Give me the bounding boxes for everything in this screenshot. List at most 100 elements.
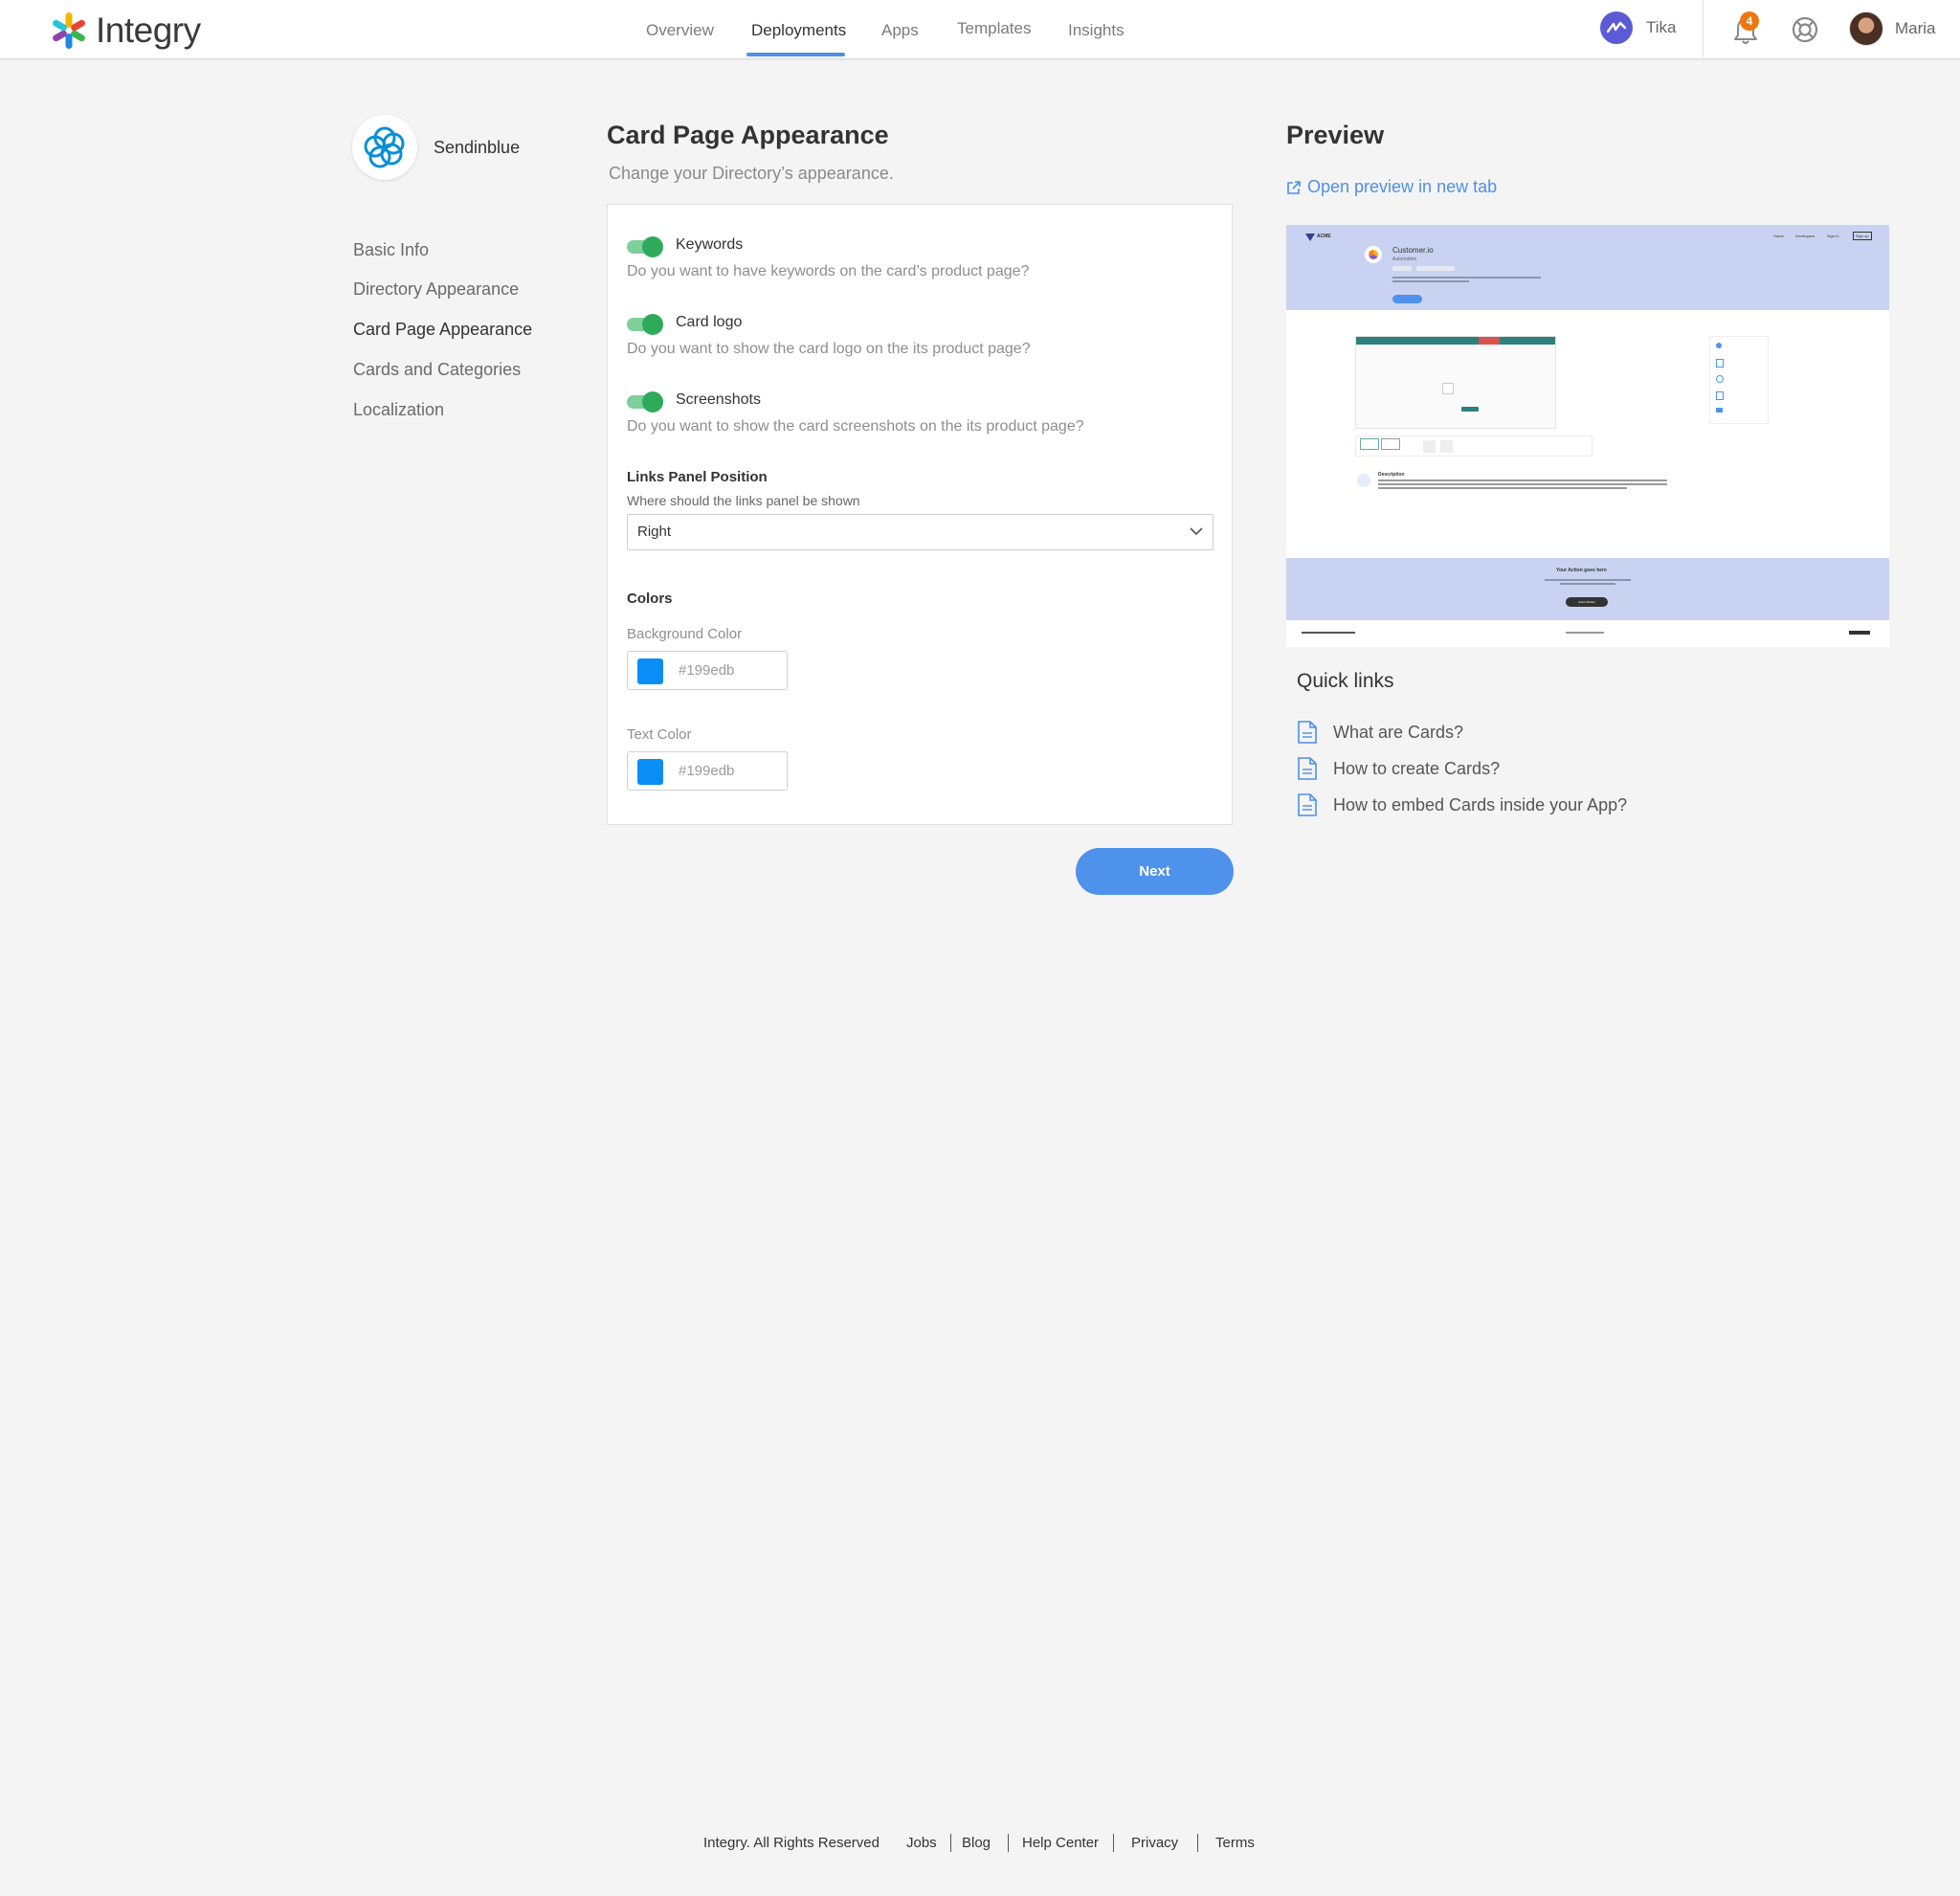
card-logo-toggle[interactable] <box>627 314 663 335</box>
sidebar-item-card-page-appearance[interactable]: Card Page Appearance <box>353 320 532 340</box>
nav-overview[interactable]: Overview <box>646 21 714 40</box>
nav-templates[interactable]: Templates <box>957 19 1031 38</box>
footer-link-help-center[interactable]: Help Center <box>1022 1835 1099 1851</box>
footer-separator <box>950 1834 951 1852</box>
mock-thumbnail-strip <box>1355 435 1592 457</box>
mock-app-logo <box>1365 246 1382 263</box>
sendinblue-logo-icon <box>364 126 405 168</box>
mock-nav-signin: Sign In <box>1827 234 1839 238</box>
quick-link-label: How to embed Cards inside your App? <box>1333 794 1628 814</box>
workspace-name: Tika <box>1646 18 1677 36</box>
text-color-label: Text Color <box>627 726 692 743</box>
mock-text-line <box>1566 632 1604 634</box>
next-button[interactable]: Next <box>1076 848 1234 895</box>
links-panel-position-select[interactable]: Right <box>627 514 1214 550</box>
divider <box>1703 0 1704 57</box>
preview-title: Preview <box>1286 121 1385 149</box>
mock-text-line <box>1302 632 1355 634</box>
sidebar-item-localization[interactable]: Localization <box>353 400 444 420</box>
nav-apps[interactable]: Apps <box>881 21 919 40</box>
nav-insights[interactable]: Insights <box>1068 21 1125 40</box>
mock-screenshot <box>1355 336 1556 429</box>
quick-link-label: How to create Cards? <box>1333 758 1501 778</box>
background-color-label: Background Color <box>627 626 743 642</box>
workspace-switcher[interactable]: Tika <box>1600 11 1677 44</box>
active-tab-indicator <box>746 53 845 56</box>
notification-count-badge: 4 <box>1740 11 1759 31</box>
text-color-field[interactable]: #199edb <box>627 751 788 791</box>
footer-link-terms[interactable]: Terms <box>1215 1835 1255 1851</box>
integry-logo-icon <box>53 12 85 49</box>
links-panel-title: Links Panel Position <box>627 469 768 485</box>
footer-separator <box>1113 1834 1114 1852</box>
footer-separator <box>1197 1834 1198 1852</box>
background-color-swatch[interactable] <box>637 658 663 684</box>
mock-tag <box>1392 266 1412 271</box>
sidebar-item-directory-appearance[interactable]: Directory Appearance <box>353 279 519 300</box>
mock-text-line <box>1545 579 1631 581</box>
keywords-toggle-description: Do you want to have keywords on the card… <box>627 263 1030 279</box>
quick-link-what-are-cards[interactable]: What are Cards? <box>1297 721 1463 744</box>
mock-social-icons <box>1849 631 1870 635</box>
page-footer: Integry. All Rights Reserved Jobs Blog H… <box>0 1834 1960 1854</box>
preview-thumbnail[interactable]: ACME Home Developers Sign In Sign up Cus… <box>1286 225 1889 647</box>
top-navbar: Integry Overview Deployments Apps Templa… <box>0 0 1960 59</box>
open-preview-link-label: Open preview in new tab <box>1307 177 1498 196</box>
quick-link-how-to-create-cards[interactable]: How to create Cards? <box>1297 757 1500 780</box>
lifebuoy-help-icon[interactable] <box>1791 15 1819 44</box>
links-panel-description: Where should the links panel be shown <box>627 493 860 508</box>
mock-description-heading: Description <box>1378 472 1405 478</box>
chevron-down-icon <box>1190 527 1203 536</box>
document-icon <box>1298 721 1317 744</box>
mock-text-line <box>1378 483 1667 485</box>
sidebar-item-basic-info[interactable]: Basic Info <box>353 240 429 260</box>
mock-text-line <box>1560 583 1615 585</box>
mock-app-name: Customer.io <box>1392 246 1434 255</box>
colors-title: Colors <box>627 591 673 607</box>
document-icon <box>1298 793 1317 816</box>
text-color-swatch[interactable] <box>637 759 663 785</box>
brand-name: Integry <box>96 11 201 50</box>
footer-copyright: Integry. All Rights Reserved <box>703 1835 880 1851</box>
mock-nav-home: Home <box>1773 234 1784 238</box>
mock-text-line <box>1392 277 1541 279</box>
mock-text-line <box>1378 487 1627 489</box>
sidebar-item-cards-and-categories[interactable]: Cards and Categories <box>353 360 521 380</box>
keywords-toggle[interactable] <box>627 236 663 257</box>
workspace-logo-icon <box>1600 11 1633 44</box>
footer-link-jobs[interactable]: Jobs <box>906 1835 937 1851</box>
card-logo-toggle-label: Card logo <box>676 314 743 330</box>
footer-link-privacy[interactable]: Privacy <box>1131 1835 1178 1851</box>
mock-brand: ACME <box>1317 234 1331 239</box>
page-title: Card Page Appearance <box>607 121 889 149</box>
mock-nav-signup: Sign up <box>1853 232 1872 240</box>
mock-links-panel <box>1709 336 1769 424</box>
mock-logo-icon <box>1305 234 1315 241</box>
app-name: Sendinblue <box>434 138 521 157</box>
external-link-icon <box>1287 180 1301 194</box>
mock-nav-developers: Developers <box>1795 234 1815 238</box>
document-icon <box>1298 757 1317 780</box>
mock-description-icon <box>1357 474 1370 487</box>
quick-link-label: What are Cards? <box>1333 722 1464 742</box>
user-menu[interactable]: Maria <box>1849 11 1936 46</box>
footer-link-blog[interactable]: Blog <box>962 1835 991 1851</box>
quick-link-how-to-embed-cards[interactable]: How to embed Cards inside your App? <box>1297 793 1627 816</box>
links-panel-position-value: Right <box>637 524 672 540</box>
quick-links-title: Quick links <box>1297 670 1394 692</box>
settings-card: Keywords Do you want to have keywords on… <box>607 204 1233 825</box>
background-color-field[interactable]: #199edb <box>627 651 788 690</box>
mock-tag <box>1416 266 1455 271</box>
user-name: Maria <box>1895 19 1936 37</box>
mock-action-button: Action Button <box>1566 597 1608 607</box>
open-preview-link[interactable]: Open preview in new tab <box>1286 177 1497 197</box>
nav-deployments[interactable]: Deployments <box>751 21 846 40</box>
preview-footer <box>1286 620 1889 647</box>
integry-logo[interactable]: Integry <box>50 11 201 51</box>
background-color-value: #199edb <box>679 662 735 679</box>
keywords-toggle-label: Keywords <box>676 236 744 253</box>
screenshots-toggle[interactable] <box>627 391 663 413</box>
page-subtitle: Change your Directory’s appearance. <box>609 164 894 183</box>
mock-text-line <box>1378 480 1667 481</box>
mock-app-category: Automation <box>1392 257 1417 262</box>
